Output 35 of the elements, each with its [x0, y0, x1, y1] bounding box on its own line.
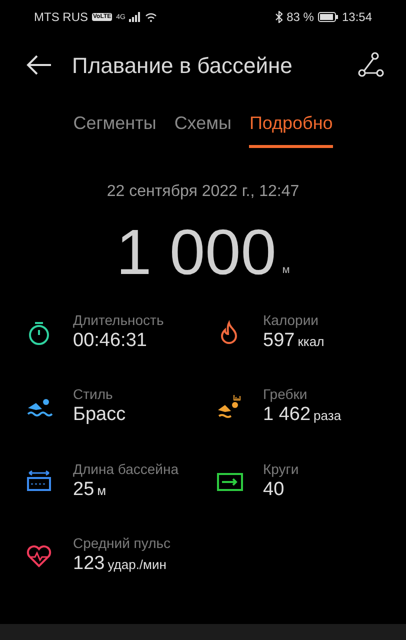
clock-time: 13:54: [342, 9, 372, 26]
metric-label: Длительность: [73, 312, 164, 329]
page-title: Плавание в бассейне: [72, 52, 294, 80]
wifi-icon: [145, 12, 158, 22]
signal-icon: [129, 12, 142, 22]
metric-value: 1 462: [263, 403, 311, 428]
battery-percent: 83 %: [286, 9, 314, 26]
metric-label: Средний пульс: [73, 535, 171, 552]
workout-date: 22 сентября 2022 г., 12:47: [106, 182, 300, 202]
metric-value: Брасс: [73, 403, 126, 428]
tab[interactable]: Подробно: [249, 104, 333, 148]
heart-pulse-icon: [26, 543, 54, 570]
distance-unit: м: [282, 262, 290, 278]
metric-value: 00:46:31: [73, 328, 147, 353]
route-icon[interactable]: [358, 52, 384, 78]
metric-label: Калории: [263, 312, 320, 329]
tab[interactable]: Схемы: [174, 104, 232, 148]
metric-label: Круги: [263, 460, 299, 478]
metric-unit: ккал: [298, 334, 324, 351]
metric-unit: м: [97, 482, 106, 500]
metric-label: Длина бассейна: [73, 460, 178, 478]
metric-label: Гребки: [263, 386, 308, 404]
metric-label: Стиль: [73, 386, 114, 404]
back-arrow-icon[interactable]: [26, 54, 52, 76]
distance-value: 1 000: [116, 220, 276, 284]
battery-icon: [318, 12, 338, 22]
metric-unit: удар./мин: [108, 557, 166, 574]
metric-value: 597: [263, 328, 295, 353]
metric-unit: раза: [314, 408, 342, 426]
metric-value: 40: [263, 478, 284, 502]
bluetooth-icon: [274, 11, 283, 23]
tab[interactable]: Сегменты: [73, 104, 156, 148]
carrier-name: MTS RUS: [34, 9, 88, 26]
metric-value: 123: [73, 552, 105, 576]
metric-value: 25: [73, 478, 94, 502]
